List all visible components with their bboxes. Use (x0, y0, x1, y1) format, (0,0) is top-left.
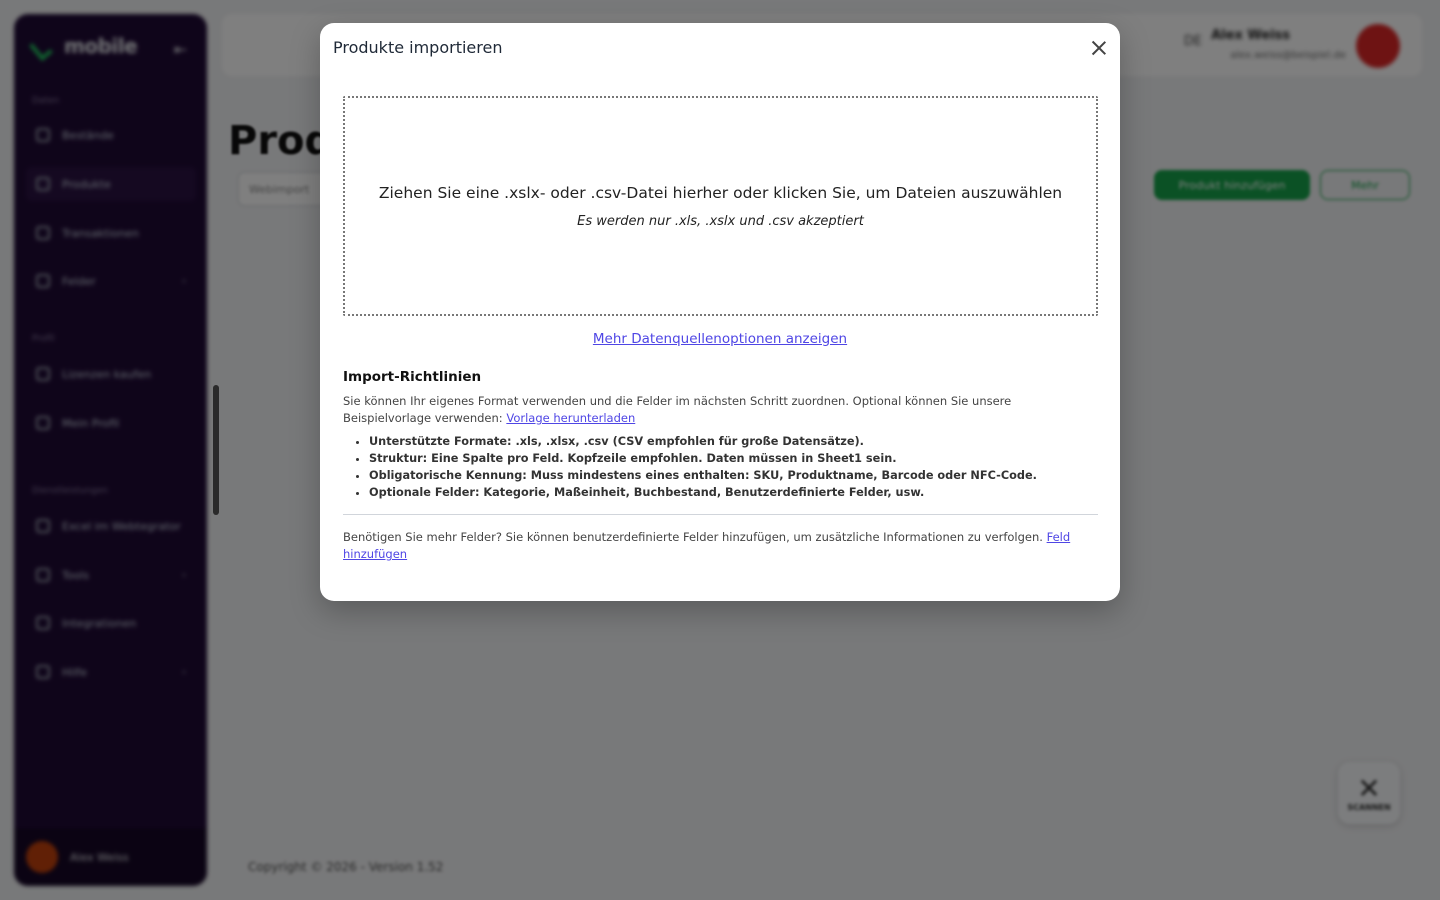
import-modal: Produkte importieren Ziehen Sie eine .xs… (320, 23, 1120, 601)
download-template-link[interactable]: Vorlage herunterladen (506, 411, 635, 425)
close-icon[interactable] (1088, 37, 1110, 59)
guidelines-text: Sie können Ihr eigenes Format verwenden … (343, 393, 1093, 427)
guidelines-list: Unterstützte Formate: .xls, .xlsx, .csv … (369, 433, 1109, 501)
more-datasource-options-link[interactable]: Mehr Datenquellenoptionen anzeigen (320, 331, 1120, 347)
divider (343, 514, 1098, 515)
list-item: Obligatorische Kennung: Muss mindestens … (369, 467, 1109, 484)
list-item: Struktur: Eine Spalte pro Feld. Kopfzeil… (369, 450, 1109, 467)
custom-fields-note: Benötigen Sie mehr Felder? Sie können be… (343, 529, 1083, 563)
list-item: Unterstützte Formate: .xls, .xlsx, .csv … (369, 433, 1109, 450)
custom-fields-text: Benötigen Sie mehr Felder? Sie können be… (343, 530, 1043, 544)
file-dropzone[interactable]: Ziehen Sie eine .xslx- oder .csv-Datei h… (343, 96, 1098, 316)
modal-title: Produkte importieren (333, 38, 503, 57)
dropzone-accepted-formats: Es werden nur .xls, .xslx und .csv akzep… (577, 213, 864, 229)
guidelines-title: Import-Richtlinien (343, 369, 482, 385)
guidelines-description: Sie können Ihr eigenes Format verwenden … (343, 394, 1012, 425)
dropzone-instruction: Ziehen Sie eine .xslx- oder .csv-Datei h… (378, 183, 1063, 202)
list-item: Optionale Felder: Kategorie, Maßeinheit,… (369, 484, 1109, 501)
